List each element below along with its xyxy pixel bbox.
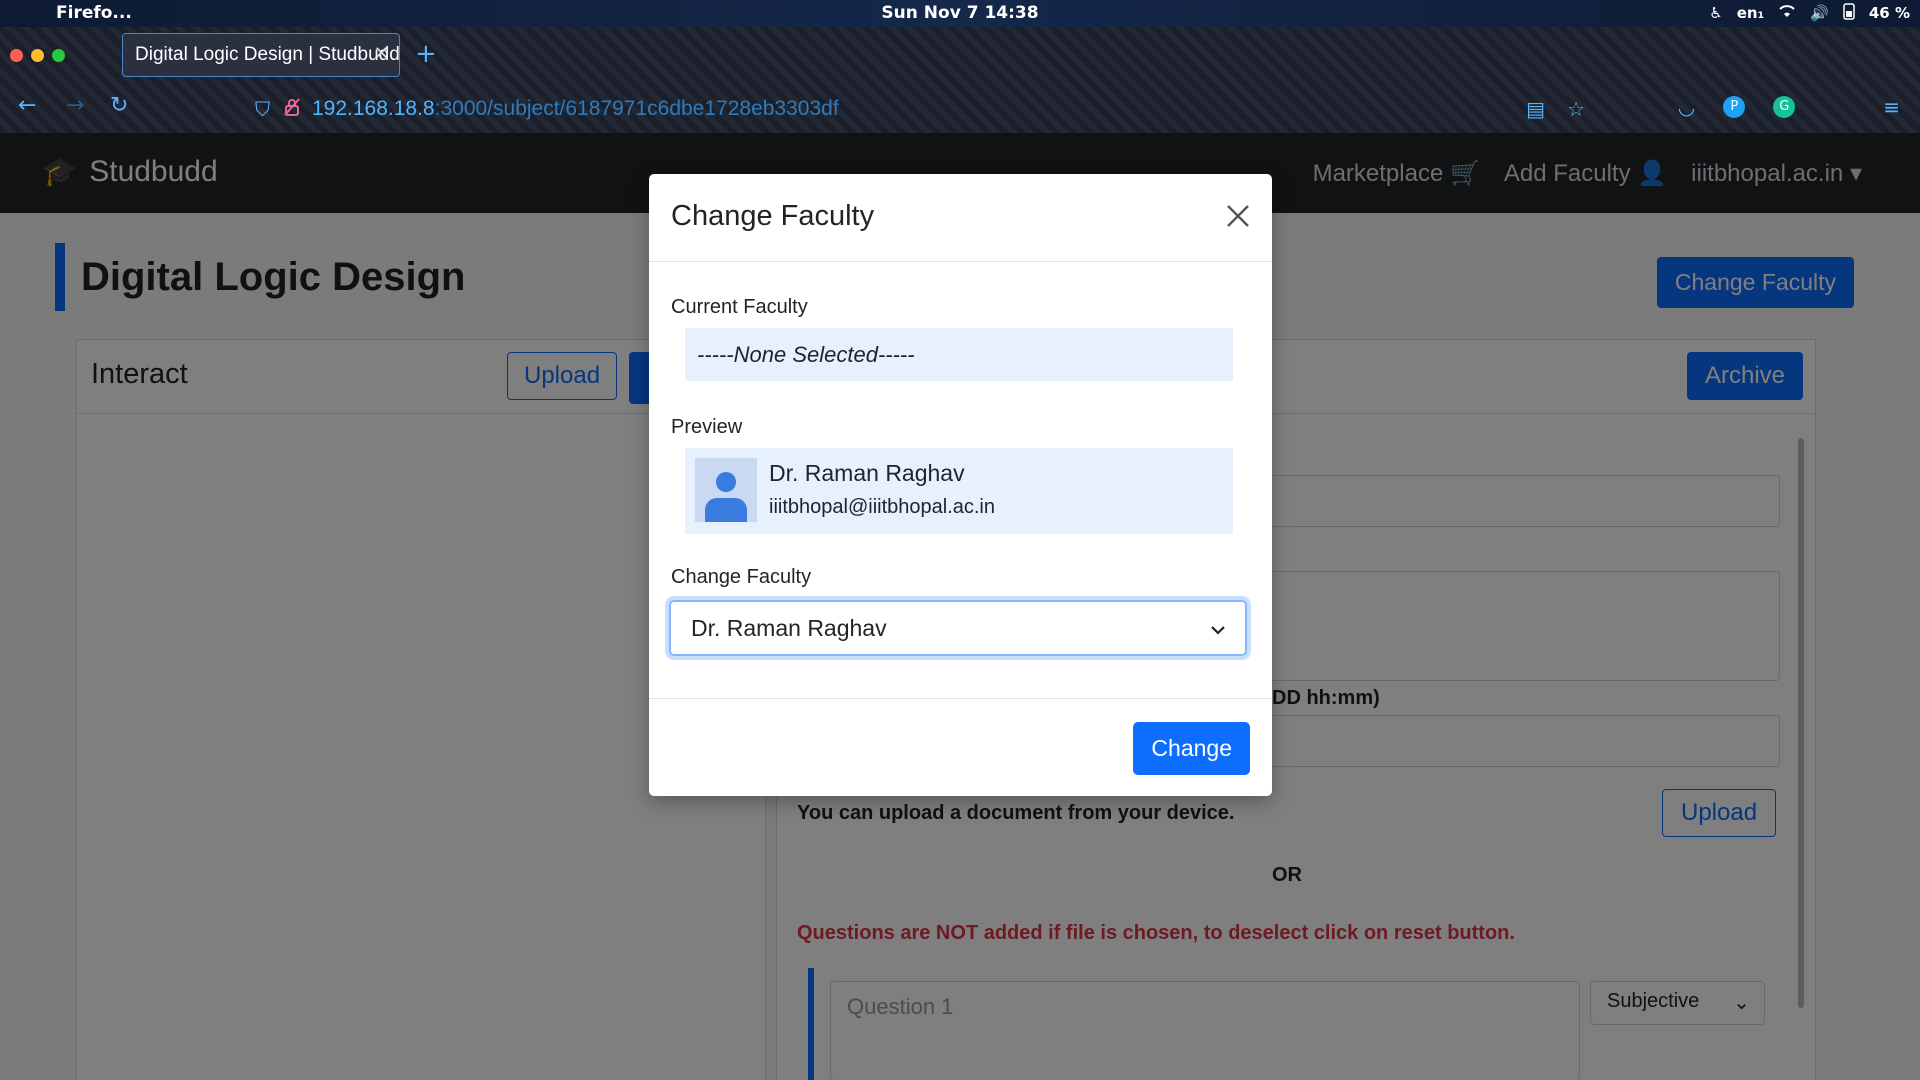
preview-faculty-name: Dr. Raman Raghav xyxy=(769,460,965,486)
maximize-window-button[interactable] xyxy=(52,49,65,62)
tracking-shield-icon[interactable]: ⛉ xyxy=(255,97,270,121)
preview-faculty-email: iiitbhopal@iiitbhopal.ac.in xyxy=(769,496,995,518)
current-faculty-label: Current Faculty xyxy=(671,296,808,318)
close-icon[interactable] xyxy=(1222,200,1254,232)
insecure-lock-icon[interactable] xyxy=(284,97,300,121)
pocket-icon[interactable]: ◡ xyxy=(1678,95,1695,119)
hamburger-menu-icon[interactable]: ≡ xyxy=(1883,95,1900,119)
battery-percentage: 46 % xyxy=(1868,4,1910,22)
window-controls xyxy=(10,49,65,62)
os-menubar: Firefo... Sun Nov 7 14:38 ♿ en₁ 🔊 46 % xyxy=(0,0,1920,27)
faculty-preview: Dr. Raman Raghav iiitbhopal@iiitbhopal.a… xyxy=(685,448,1233,534)
avatar xyxy=(695,458,757,522)
preview-label: Preview xyxy=(671,416,743,438)
tab-title: Digital Logic Design | Studbudd xyxy=(135,44,400,65)
change-faculty-label: Change Faculty xyxy=(671,566,812,588)
bookmark-star-icon[interactable]: ☆ xyxy=(1567,97,1585,121)
reload-icon[interactable]: ↻ xyxy=(110,93,128,118)
user-avatar-icon xyxy=(705,472,747,522)
chevron-down-icon xyxy=(1209,618,1227,636)
extension-toolbar: ◡ P G ≡ xyxy=(1678,95,1900,119)
p-extension-icon[interactable]: P xyxy=(1723,96,1746,118)
modal-footer-divider xyxy=(649,698,1272,699)
browser-toolbar: Digital Logic Design | Studbudd ✕ + ← → … xyxy=(0,27,1920,133)
url-host: 192.168.18.8 xyxy=(312,97,435,120)
address-bar-actions: ▤ ☆ xyxy=(1526,97,1585,121)
navigation-row: ← → ↻ ⛉ 192.168.18.8:3000/subject/618797… xyxy=(0,87,1920,131)
reader-view-icon[interactable]: ▤ xyxy=(1526,97,1545,121)
change-button[interactable]: Change xyxy=(1133,722,1250,775)
volume-icon[interactable]: 🔊 xyxy=(1810,4,1829,22)
grammarly-icon[interactable]: G xyxy=(1773,96,1796,118)
faculty-select[interactable]: Dr. Raman Raghav xyxy=(669,600,1247,656)
browser-tab-active[interactable]: Digital Logic Design | Studbudd ✕ xyxy=(122,33,400,77)
close-tab-icon[interactable]: ✕ xyxy=(374,43,389,64)
menubar-clock[interactable]: Sun Nov 7 14:38 xyxy=(0,3,1920,23)
change-faculty-modal: Change Faculty Current Faculty -----None… xyxy=(649,174,1272,796)
minimize-window-button[interactable] xyxy=(31,49,44,62)
wifi-icon[interactable] xyxy=(1778,4,1796,22)
accessibility-icon[interactable]: ♿ xyxy=(1709,4,1722,22)
battery-icon[interactable] xyxy=(1843,2,1855,24)
new-tab-button[interactable]: + xyxy=(415,39,437,69)
back-arrow-icon[interactable]: ← xyxy=(18,93,36,118)
faculty-select-value: Dr. Raman Raghav xyxy=(691,615,887,641)
modal-header: Change Faculty xyxy=(649,174,1272,262)
close-window-button[interactable] xyxy=(10,49,23,62)
modal-title: Change Faculty xyxy=(671,200,875,232)
current-faculty-value: -----None Selected----- xyxy=(685,328,1233,381)
forward-arrow-icon[interactable]: → xyxy=(66,93,84,118)
url-path: :3000/subject/6187971c6dbe1728eb3303df xyxy=(434,97,839,120)
menubar-status-area: ♿ en₁ 🔊 46 % xyxy=(1709,2,1910,24)
input-language[interactable]: en₁ xyxy=(1737,4,1764,22)
address-bar[interactable]: ⛉ 192.168.18.8:3000/subject/6187971c6dbe… xyxy=(245,91,1585,127)
